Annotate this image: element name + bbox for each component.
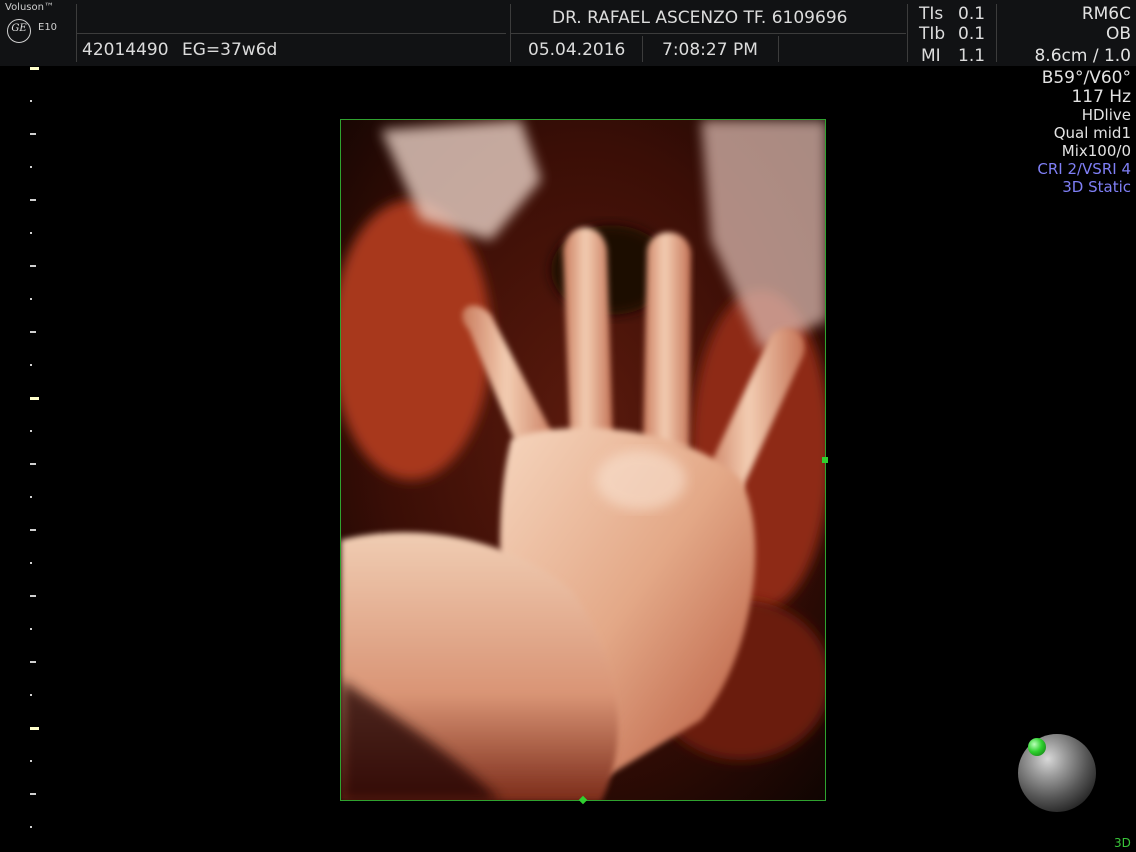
depth-tick xyxy=(30,595,36,597)
depth-tick xyxy=(30,364,32,366)
depth-tick xyxy=(30,760,32,762)
depth-tick xyxy=(30,199,36,201)
depth-tick xyxy=(30,331,36,333)
depth-tick xyxy=(30,100,32,102)
orientation-sphere-icon[interactable] xyxy=(1018,734,1096,812)
cri-setting: CRI 2/VSRI 4 xyxy=(1037,160,1131,178)
depth-tick xyxy=(30,727,39,730)
scan-mode: 3D Static xyxy=(1062,178,1131,196)
depth-tick xyxy=(30,529,36,531)
doctor-name: DR. RAFAEL ASCENZO TF. 6109696 xyxy=(552,8,848,28)
tib-label: TIb xyxy=(919,24,946,44)
depth-value: 8.6cm / 1.0 xyxy=(1034,46,1131,66)
depth-tick xyxy=(30,793,36,795)
depth-tick xyxy=(30,133,36,135)
render-viewport[interactable] xyxy=(340,119,826,801)
patient-id: 42014490 xyxy=(82,40,169,60)
depth-tick xyxy=(30,232,32,234)
fetal-hand-render xyxy=(341,120,825,800)
depth-tick xyxy=(30,166,32,168)
depth-tick xyxy=(30,67,39,70)
gestational-age: EG=37w6d xyxy=(182,40,278,60)
depth-tick xyxy=(30,661,36,663)
depth-tick xyxy=(30,496,32,498)
quality-setting: Qual mid1 xyxy=(1053,124,1131,142)
mi-label: MI xyxy=(921,46,941,66)
angle-value: B59°/V60° xyxy=(1041,68,1131,88)
frame-rate: 117 Hz xyxy=(1071,87,1131,107)
depth-tick xyxy=(30,694,32,696)
tis-label: TIs xyxy=(919,4,944,24)
depth-scale xyxy=(28,66,42,852)
mix-setting: Mix100/0 xyxy=(1061,142,1131,160)
probe-name: RM6C xyxy=(1081,4,1131,24)
orientation-marker-icon xyxy=(1028,738,1046,756)
brand-name: Voluson™ xyxy=(5,2,54,13)
roi-handle-right[interactable] xyxy=(822,457,828,463)
depth-tick xyxy=(30,298,32,300)
exam-date: 05.04.2016 xyxy=(528,40,626,60)
header-bar: Voluson™ GE E10 42014490 EG=37w6d DR. RA… xyxy=(0,0,1136,66)
depth-tick xyxy=(30,826,32,828)
depth-tick xyxy=(30,628,32,630)
tib-value: 0.1 xyxy=(958,24,986,44)
depth-tick xyxy=(30,265,36,267)
depth-tick xyxy=(30,430,32,432)
model-name: E10 xyxy=(38,22,58,33)
mi-value: 1.1 xyxy=(958,46,986,66)
depth-tick xyxy=(30,463,36,465)
exam-time: 7:08:27 PM xyxy=(662,40,758,60)
depth-tick xyxy=(30,397,39,400)
depth-tick xyxy=(30,562,32,564)
render-mode: HDlive xyxy=(1081,106,1131,124)
mode-label-3d: 3D xyxy=(1114,836,1131,850)
ge-logo-icon: GE xyxy=(7,19,31,43)
tis-value: 0.1 xyxy=(958,4,986,24)
ultrasound-screen: Voluson™ GE E10 42014490 EG=37w6d DR. RA… xyxy=(0,0,1136,852)
preset-name: OB xyxy=(1105,24,1131,44)
